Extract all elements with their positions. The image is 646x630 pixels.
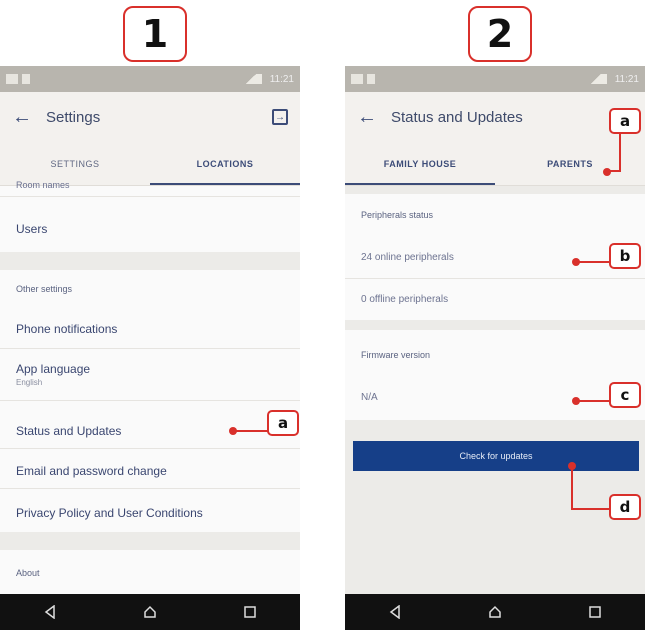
app-language-value: English <box>16 378 43 387</box>
list-item-users[interactable]: Users <box>0 222 300 236</box>
app-bar: ← Status and Updates <box>345 92 645 142</box>
notification-icon <box>6 74 18 84</box>
callout-label-a: a <box>609 108 641 134</box>
clock: 11:21 <box>614 73 639 85</box>
nav-recents-icon[interactable] <box>588 605 602 619</box>
callout-connector <box>609 170 621 172</box>
nav-home-icon[interactable] <box>488 605 502 619</box>
list-item-email-password[interactable]: Email and password change <box>0 464 300 478</box>
peripherals-offline: 0 offline peripherals <box>361 294 449 305</box>
notification-icon <box>22 74 30 84</box>
section-other-settings: Other settings <box>16 284 73 294</box>
list-item-about[interactable]: About <box>0 568 300 578</box>
callout-connector <box>571 508 611 510</box>
clock: 11:21 <box>269 73 294 85</box>
signal-icon <box>239 74 262 84</box>
callout-connector <box>579 400 611 402</box>
callout-label-b: b <box>609 243 641 269</box>
tab-settings[interactable]: SETTINGS <box>0 142 150 185</box>
callout-connector <box>236 430 268 432</box>
list-item-phone-notifications[interactable]: Phone notifications <box>0 322 300 336</box>
android-nav-bar <box>0 594 300 630</box>
exit-icon[interactable]: → <box>272 109 288 125</box>
phone-status-updates: 11:21 ← Status and Updates FAMILY HOUSE … <box>345 66 645 630</box>
app-bar: ← Settings → <box>0 92 300 142</box>
callout-connector <box>619 134 621 172</box>
nav-home-icon[interactable] <box>143 605 157 619</box>
status-bar: 11:21 <box>0 66 300 92</box>
back-arrow-icon[interactable]: ← <box>12 106 46 129</box>
android-nav-bar <box>345 594 645 630</box>
page-title: Settings <box>46 108 101 126</box>
notification-icon <box>351 74 363 84</box>
tab-parents[interactable]: PARENTS <box>495 142 645 185</box>
tab-bar: FAMILY HOUSE PARENTS <box>345 142 645 186</box>
phone-settings: 11:21 ← Settings → SETTINGS LOCATIONS Ro… <box>0 66 300 630</box>
callout-label-a: a <box>267 410 299 436</box>
status-bar: 11:21 <box>345 66 645 92</box>
step-1-badge: 1 <box>123 6 187 62</box>
check-for-updates-button[interactable]: Check for updates <box>353 441 639 471</box>
callout-label-d: d <box>609 494 641 520</box>
nav-recents-icon[interactable] <box>243 605 257 619</box>
nav-back-icon[interactable] <box>43 605 57 619</box>
tab-family-house[interactable]: FAMILY HOUSE <box>345 142 495 185</box>
section-firmware-version: Firmware version <box>361 350 431 360</box>
list-item-room-names[interactable]: Room names <box>0 180 300 190</box>
callout-label-c: c <box>609 382 641 408</box>
list-item-privacy-policy[interactable]: Privacy Policy and User Conditions <box>0 506 300 520</box>
callout-connector <box>579 261 611 263</box>
notification-icon <box>367 74 375 84</box>
back-arrow-icon[interactable]: ← <box>357 106 391 129</box>
signal-icon <box>584 74 607 84</box>
callout-connector <box>571 466 573 510</box>
nav-back-icon[interactable] <box>388 605 402 619</box>
tab-locations[interactable]: LOCATIONS <box>150 142 300 185</box>
section-peripherals-status: Peripherals status <box>361 210 434 220</box>
page-title: Status and Updates <box>391 108 523 126</box>
step-2-badge: 2 <box>468 6 532 62</box>
list-item-app-language[interactable]: App language <box>0 362 300 376</box>
